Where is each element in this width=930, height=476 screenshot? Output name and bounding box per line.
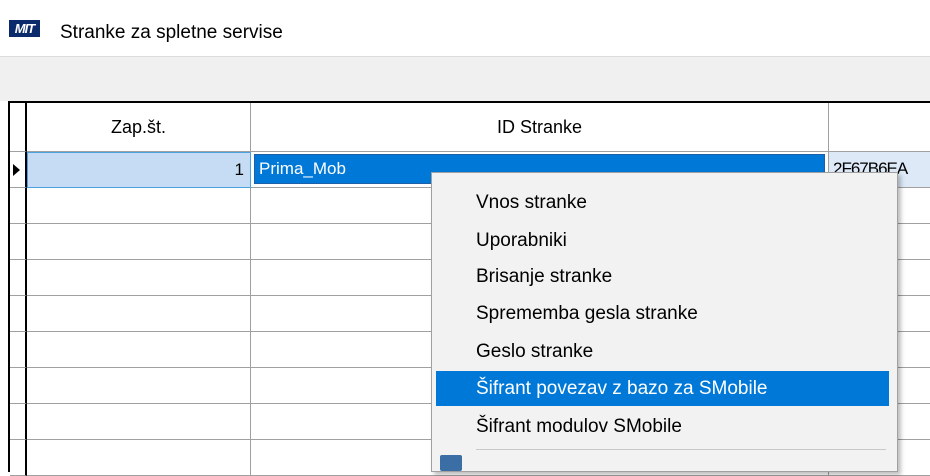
menu-item-vnos-stranke[interactable]: Vnos stranke <box>436 185 889 220</box>
row-indicator[interactable] <box>10 260 27 296</box>
row-indicator[interactable] <box>10 188 27 224</box>
toolbar-area <box>0 57 930 101</box>
menu-item-brisanje-stranke[interactable]: Brisanje stranke <box>436 259 889 294</box>
title-bar: MIT Stranke za spletne servise <box>0 0 930 57</box>
cell-zap-st[interactable] <box>27 368 251 404</box>
menu-item-uporabniki[interactable]: Uporabniki <box>436 223 889 258</box>
column-header-zap-st[interactable]: Zap.št. <box>27 103 251 152</box>
menu-item-geslo-stranke[interactable]: Geslo stranke <box>436 334 889 369</box>
cell-zap-st[interactable] <box>27 188 251 224</box>
cell-zap-st[interactable] <box>27 332 251 368</box>
cell-zap-st[interactable]: 1 <box>27 152 251 188</box>
cell-zap-st[interactable] <box>27 260 251 296</box>
menu-item-icon <box>440 455 462 471</box>
row-indicator[interactable] <box>10 404 27 440</box>
menu-item-sifrant-povezav[interactable]: Šifrant povezav z bazo za SMobile <box>436 371 889 406</box>
row-indicator[interactable] <box>10 152 27 188</box>
window-title: Stranke za spletne servise <box>60 22 283 43</box>
column-header-3[interactable] <box>829 103 930 152</box>
context-menu: Vnos stranke Uporabniki Brisanje stranke… <box>431 172 898 472</box>
menu-separator <box>476 449 886 450</box>
cell-zap-st[interactable] <box>27 440 251 476</box>
row-indicator[interactable] <box>10 224 27 260</box>
row-indicator-header <box>10 103 27 152</box>
cell-zap-st[interactable] <box>27 224 251 260</box>
menu-item-sprememba-gesla[interactable]: Sprememba gesla stranke <box>436 296 889 331</box>
cell-zap-st[interactable] <box>27 404 251 440</box>
menu-item-sifrant-modulov[interactable]: Šifrant modulov SMobile <box>436 409 889 444</box>
cell-zap-st[interactable] <box>27 296 251 332</box>
app-logo-icon: MIT <box>9 20 40 37</box>
column-header-id-stranke[interactable]: ID Stranke <box>251 103 829 152</box>
row-indicator[interactable] <box>10 332 27 368</box>
row-indicator[interactable] <box>10 440 27 476</box>
row-indicator[interactable] <box>10 368 27 404</box>
row-indicator[interactable] <box>10 296 27 332</box>
current-row-arrow-icon <box>13 164 20 176</box>
